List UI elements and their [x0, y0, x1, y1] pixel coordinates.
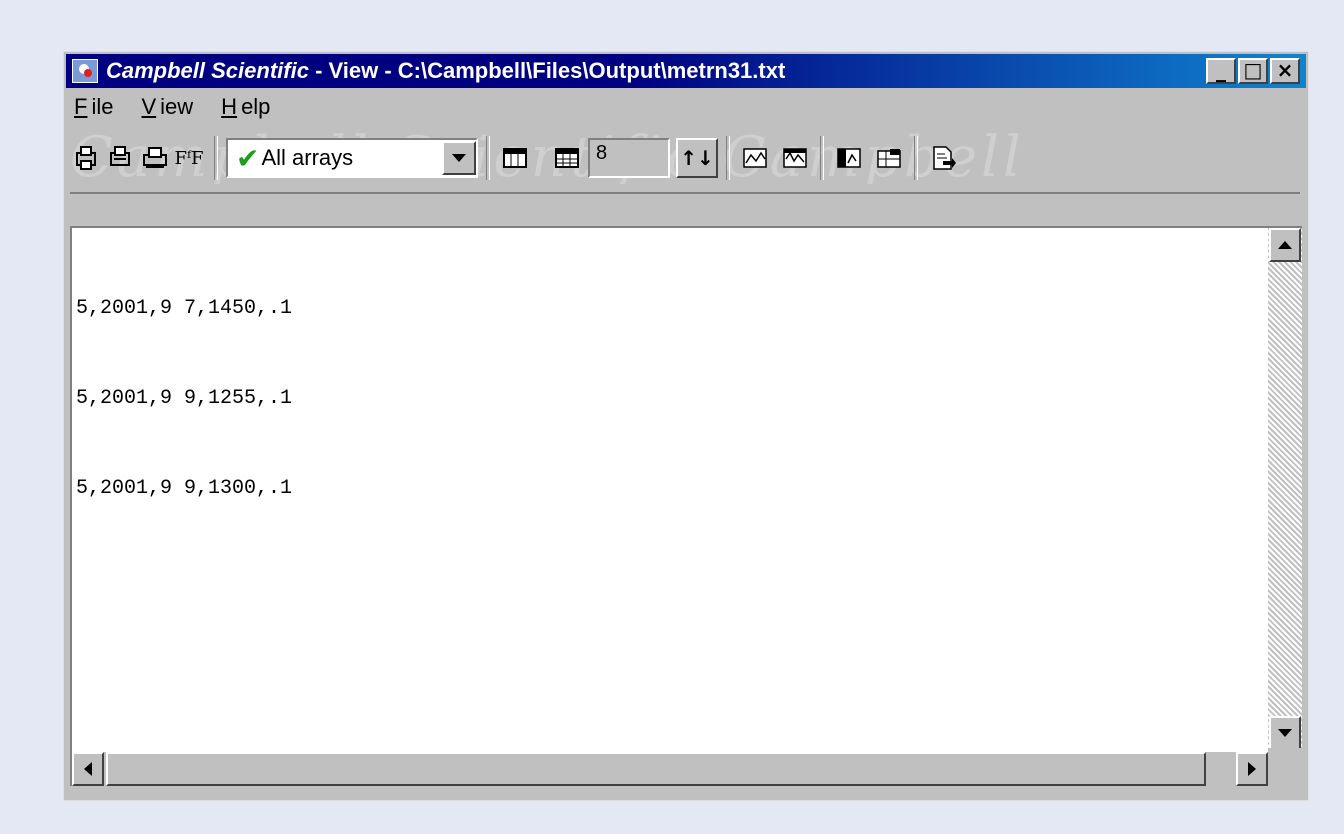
columns-count-input[interactable]: 8: [588, 138, 670, 178]
scroll-down-button[interactable]: [1269, 716, 1301, 750]
menu-file[interactable]: File: [70, 94, 117, 124]
horizontal-scrollbar[interactable]: [72, 752, 1268, 786]
columns-spin-button[interactable]: ↑↓: [676, 138, 718, 178]
column-group: [832, 141, 906, 175]
graph-icon[interactable]: [738, 141, 772, 175]
data-line: 5,2001,9 9,1255,.1: [76, 387, 293, 410]
window-title: Campbell Scientific - View - C:\Campbell…: [106, 58, 785, 84]
grid-view-icon[interactable]: [498, 141, 532, 175]
data-line: 5,2001,9 7,1450,.1: [76, 297, 293, 320]
column-edit-icon[interactable]: [872, 141, 906, 175]
toolbar-separator: [726, 136, 730, 180]
export-group: [926, 141, 960, 175]
close-button[interactable]: ×: [1270, 58, 1300, 84]
data-line: 5,2001,9 9,1300,.1: [76, 477, 293, 500]
print-icon[interactable]: [138, 141, 172, 175]
view-group: 8 ↑↓: [498, 138, 718, 178]
toolbar-separator: [820, 136, 824, 180]
title-path: - View - C:\Campbell\Files\Output\metrn3…: [308, 58, 786, 83]
table-view-icon[interactable]: [550, 141, 584, 175]
title-brand: Campbell Scientific: [106, 58, 309, 83]
scroll-up-button[interactable]: [1269, 228, 1301, 262]
checkmark-icon: ✔: [236, 141, 260, 175]
app-logo-icon[interactable]: [72, 59, 98, 83]
column-select-icon[interactable]: [832, 141, 866, 175]
data-lines: 5,2001,9 7,1450,.1 5,2001,9 9,1255,.1 5,…: [76, 234, 292, 564]
toolbar-separator: [914, 136, 918, 180]
menu-bar: File View Help: [70, 94, 274, 124]
toolbar: Campbell Scientific Campbell FᶠF ✔ All a…: [70, 128, 1304, 188]
vertical-scrollbar[interactable]: [1268, 228, 1302, 750]
scrollbar-corner: [1268, 748, 1302, 786]
maximize-button[interactable]: □: [1238, 58, 1268, 84]
font-icon[interactable]: FᶠF: [172, 141, 206, 175]
toolbar-separator: [486, 136, 490, 180]
graph-alt-icon[interactable]: [778, 141, 812, 175]
print-group: FᶠF: [70, 141, 206, 175]
scroll-right-button[interactable]: [1236, 752, 1268, 786]
print-preview-icon[interactable]: [70, 141, 104, 175]
scroll-left-button[interactable]: [72, 752, 104, 786]
array-select[interactable]: ✔ All arrays: [226, 138, 478, 178]
window-controls: _ □ ×: [1204, 58, 1300, 84]
column-header-strip: [70, 192, 1300, 226]
page-setup-icon[interactable]: [104, 141, 138, 175]
dropdown-arrow-icon[interactable]: [442, 141, 476, 175]
menu-view[interactable]: View: [137, 94, 197, 124]
array-select-value: All arrays: [261, 145, 354, 170]
horizontal-scroll-thumb[interactable]: [106, 752, 1206, 786]
app-window: Campbell Scientific - View - C:\Campbell…: [63, 51, 1309, 801]
minimize-button[interactable]: _: [1206, 58, 1236, 84]
title-bar[interactable]: Campbell Scientific - View - C:\Campbell…: [66, 54, 1306, 88]
file-content-area[interactable]: 5,2001,9 7,1450,.1 5,2001,9 9,1255,.1 5,…: [70, 226, 1302, 786]
export-icon[interactable]: [926, 141, 960, 175]
graph-group: [738, 141, 812, 175]
menu-help[interactable]: Help: [217, 94, 274, 124]
toolbar-separator: [214, 136, 218, 180]
